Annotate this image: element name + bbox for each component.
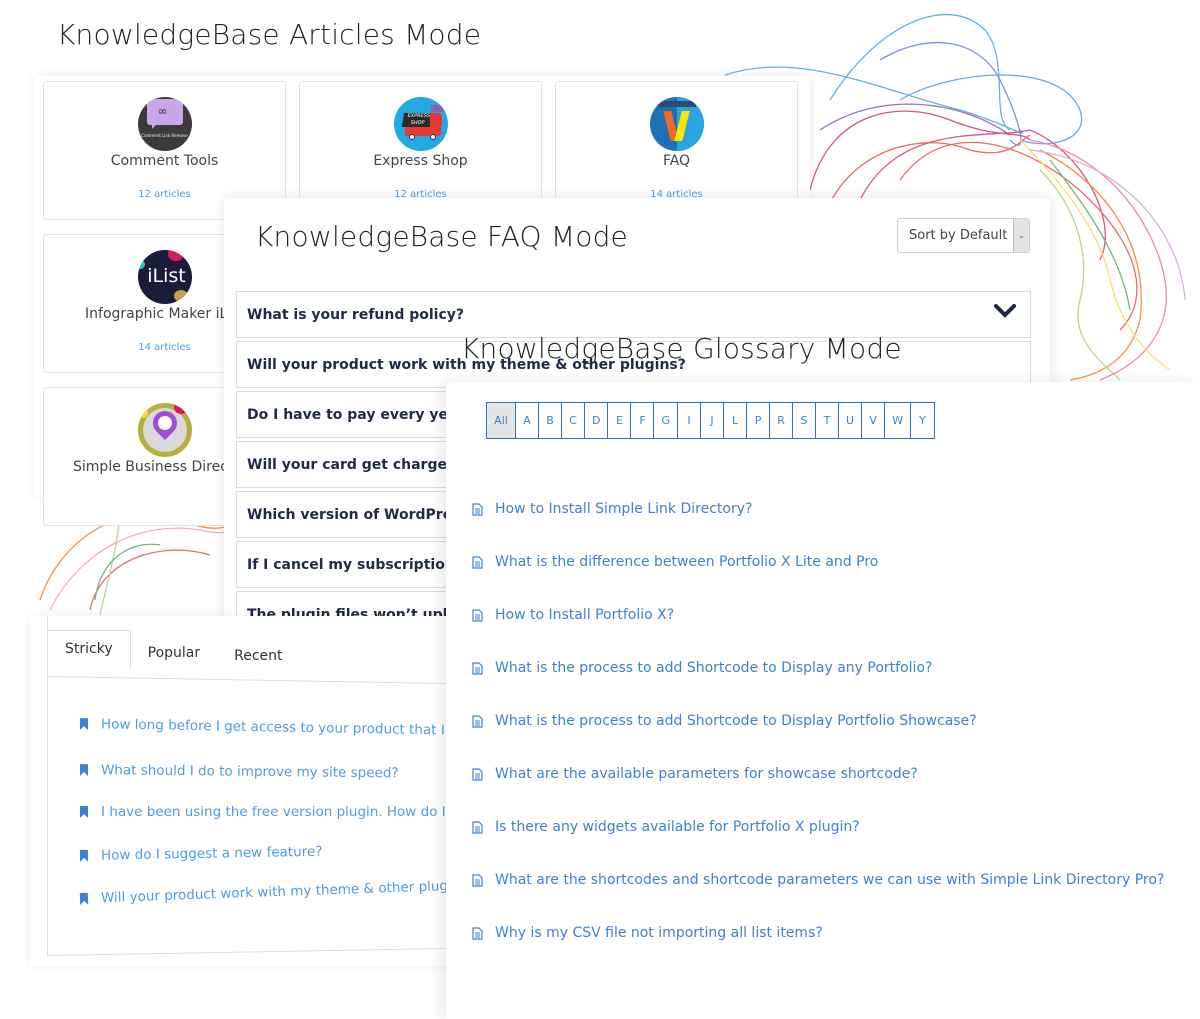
faq-question-text: Do I have to pay every year? xyxy=(247,407,473,423)
glossary-item-text: How to Install Simple Link Directory? xyxy=(495,501,753,517)
glossary-item-link[interactable]: What is the process to add Shortcode to … xyxy=(472,713,977,729)
document-icon xyxy=(472,608,483,622)
faq-question-item[interactable]: What is your refund policy? xyxy=(236,291,1031,338)
glossary-item-link[interactable]: What are the shortcodes and shortcode pa… xyxy=(472,872,1164,888)
bookmark-icon xyxy=(79,892,89,905)
glossary-item-link[interactable]: What is the process to add Shortcode to … xyxy=(472,660,932,676)
letter-filter[interactable]: T xyxy=(816,403,840,438)
widget-tabs: Stricky Popular Recent xyxy=(47,630,300,670)
glossary-item-link[interactable]: What are the available parameters for sh… xyxy=(472,766,918,782)
letter-filter[interactable]: I xyxy=(678,403,702,438)
article-card-name: Express Shop xyxy=(373,153,468,169)
document-icon xyxy=(472,714,483,728)
letter-filter[interactable]: S xyxy=(793,403,817,438)
tab-popular[interactable]: Popular xyxy=(131,635,218,670)
letter-filter[interactable]: D xyxy=(585,403,609,438)
tab-stricky[interactable]: Stricky xyxy=(47,630,131,670)
express-shop-logo-icon: EXPRESS SHOP xyxy=(393,97,448,151)
faq-mode-title: KnowledgeBase FAQ Mode xyxy=(255,220,628,253)
letter-filter[interactable]: P xyxy=(747,403,771,438)
letter-filter[interactable]: W xyxy=(885,403,911,438)
glossary-item-link[interactable]: Why is my CSV file not importing all lis… xyxy=(472,925,823,941)
tab-recent[interactable]: Recent xyxy=(217,638,299,670)
sort-select-value: Sort by Default xyxy=(909,228,1008,243)
widget-item-text: What should I do to improve my site spee… xyxy=(100,762,399,782)
ilist-logo-icon: iList xyxy=(137,250,192,304)
letter-filter[interactable]: J xyxy=(701,403,725,438)
glossary-item-link[interactable]: How to Install Portfolio X? xyxy=(472,607,674,623)
sort-select[interactable]: Sort by Default ⌄ xyxy=(897,218,1030,253)
glossary-item-link[interactable]: Is there any widgets available for Portf… xyxy=(472,819,860,835)
document-icon xyxy=(472,767,483,781)
alphabet-filter: All A B C D E F G I J L P R S T U V W Y xyxy=(486,402,935,439)
letter-filter[interactable]: E xyxy=(608,403,632,438)
glossary-item-text: What is the process to add Shortcode to … xyxy=(495,713,977,729)
portfolio-x-logo-icon xyxy=(649,97,704,151)
glossary-item-link[interactable]: How to Install Simple Link Directory? xyxy=(472,501,752,517)
letter-filter[interactable]: F xyxy=(631,403,655,438)
article-card-name: FAQ xyxy=(662,153,691,169)
chevron-down-icon[interactable]: ⌄ xyxy=(1013,219,1029,252)
letter-filter[interactable]: G xyxy=(654,403,679,438)
glossary-item-link[interactable]: What is the difference between Portfolio… xyxy=(472,554,878,570)
article-card-name: Comment Tools xyxy=(110,153,219,169)
letter-filter[interactable]: L xyxy=(724,403,748,438)
document-icon xyxy=(472,661,483,675)
glossary-item-text: What are the available parameters for sh… xyxy=(495,766,918,782)
bookmark-icon xyxy=(79,764,89,777)
glossary-mode-title: KnowledgeBase Glossary Mode xyxy=(461,332,902,365)
glossary-item-text: What are the shortcodes and shortcode pa… xyxy=(495,872,1165,888)
letter-filter[interactable]: B xyxy=(539,403,562,438)
letter-filter-all[interactable]: All xyxy=(487,403,516,438)
business-directory-logo-icon xyxy=(137,403,192,457)
glossary-mode-panel: All A B C D E F G I J L P R S T U V W Y … xyxy=(446,382,1200,1019)
letter-filter[interactable]: U xyxy=(839,403,863,438)
document-icon xyxy=(472,873,483,887)
letter-filter[interactable]: A xyxy=(516,403,539,438)
articles-mode-title: KnowledgeBase Articles Mode xyxy=(57,18,482,51)
tabbed-widget-panel: Stricky Popular Recent How long before I… xyxy=(30,608,533,966)
glossary-item-text: What is the process to add Shortcode to … xyxy=(495,660,933,676)
letter-filter[interactable]: R xyxy=(770,403,794,438)
faq-question-text: What is your refund policy? xyxy=(247,307,465,323)
letter-filter[interactable]: V xyxy=(862,403,886,438)
letter-filter[interactable]: C xyxy=(562,403,585,438)
bookmark-icon xyxy=(79,849,89,862)
document-icon xyxy=(472,820,483,834)
glossary-item-text: How to Install Portfolio X? xyxy=(495,607,675,623)
document-icon xyxy=(472,555,483,569)
document-icon xyxy=(472,926,483,940)
glossary-item-text: Is there any widgets available for Portf… xyxy=(495,819,860,835)
glossary-item-text: What is the difference between Portfolio… xyxy=(495,554,879,570)
letter-filter[interactable]: Y xyxy=(910,403,934,438)
widget-item-link[interactable]: What should I do to improve my site spee… xyxy=(79,762,399,781)
bookmark-icon xyxy=(79,718,89,731)
document-icon xyxy=(472,502,483,516)
comment-link-remove-logo-icon: ∞ Comment Link Remove xyxy=(137,97,192,151)
chevron-down-icon[interactable] xyxy=(994,304,1016,318)
bookmark-icon xyxy=(80,806,88,818)
glossary-item-text: Why is my CSV file not importing all lis… xyxy=(495,925,823,941)
